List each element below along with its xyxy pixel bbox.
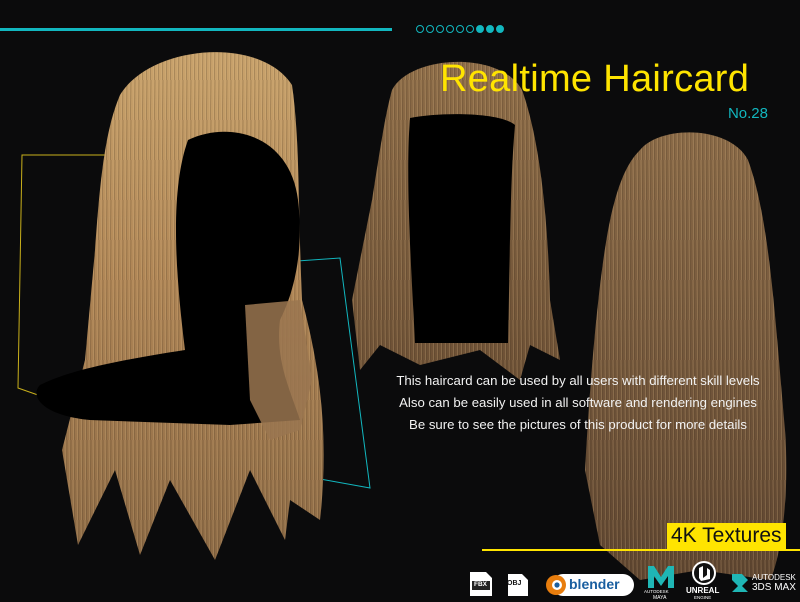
unreal-label-top: UNREAL (686, 586, 720, 595)
fbx-label: FBX (474, 581, 487, 588)
textures-badge: 4K Textures (667, 523, 786, 550)
maya-label-bottom: MAYA (653, 595, 667, 601)
fbx-icon: FBX (468, 570, 494, 598)
hair-render-back (585, 132, 787, 580)
3ds-max-label-bottom: 3DS MAX (752, 582, 796, 593)
unreal-label-bottom: ENGINE (694, 595, 712, 600)
blender-icon: blender (544, 573, 636, 597)
description-line: This haircard can be used by all users w… (396, 373, 760, 388)
description-line: Be sure to see the pictures of this prod… (409, 417, 747, 432)
hair-render-front (352, 61, 560, 381)
software-logos: FBX OBJ blender AUTODESK MAYA UNREAL ENG… (466, 560, 800, 601)
hair-render-main (36, 52, 324, 560)
obj-icon: OBJ (504, 572, 530, 598)
maya-icon: AUTODESK MAYA (644, 564, 678, 601)
blender-label: blender (569, 576, 620, 592)
description: This haircard can be used by all users w… (378, 370, 778, 436)
maya-label-top: AUTODESK (644, 589, 669, 594)
unreal-icon: UNREAL ENGINE (684, 560, 724, 600)
badge-underline (482, 549, 800, 551)
product-number: No.28 (727, 105, 768, 122)
description-line: Also can be easily used in all software … (399, 395, 757, 410)
obj-label: OBJ (507, 580, 522, 587)
3ds-max-label-top: AUTODESK (752, 573, 796, 582)
3ds-max-icon: AUTODESK 3DS MAX (730, 570, 800, 600)
page-title: Realtime Haircard (440, 58, 750, 100)
